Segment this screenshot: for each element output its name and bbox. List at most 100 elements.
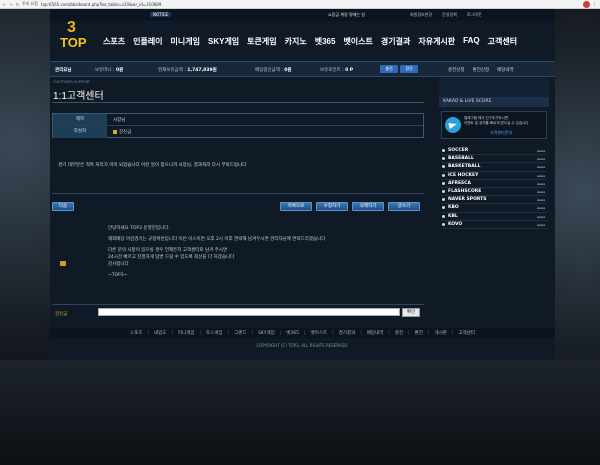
next-button[interactable]: 다음: [52, 202, 74, 211]
site-container: NOTICE 쇼밍금 계정 명에는 일 회원정보변경 운영정책 로그아웃 3 T…: [50, 9, 555, 360]
sport-link-basketball[interactable]: BASKETBALL ▪▪▪▪: [441, 163, 547, 172]
current-balance: 현재보유금액 : 1,747,839원: [158, 68, 217, 73]
nav-item-faq[interactable]: FAQ: [463, 36, 479, 47]
footer-link[interactable]: 배당내역: [367, 330, 384, 336]
sport-link-naver[interactable]: NAVER SPORTS ▪▪▪▪: [441, 196, 547, 205]
nav-item-sports[interactable]: 스포츠: [103, 36, 125, 47]
list-button[interactable]: 목록으로: [280, 202, 312, 211]
footer-link[interactable]: 환전: [415, 330, 423, 336]
footer-link[interactable]: 고객센터: [458, 330, 475, 336]
delete-button[interactable]: 삭제하기: [352, 202, 384, 211]
sport-link-soccer[interactable]: SOCCER ▪▪▪▪: [441, 147, 547, 156]
nav-item-freeboard[interactable]: 자유게시판: [418, 36, 455, 47]
browser-menu-icon[interactable]: ⋮: [592, 1, 597, 7]
edit-button[interactable]: 수정하기: [316, 202, 348, 211]
admin-reply: 안녕하세요 TOP3 운영진입니다. 해외배당 마감경기는 규정위반입니다 이런…: [108, 225, 325, 283]
nav-item-casino[interactable]: 카지노: [285, 36, 307, 47]
kovo-icon: [442, 222, 445, 226]
nav-item-tokengame[interactable]: 토큰게임: [247, 36, 276, 47]
logo-word: TOP: [60, 35, 87, 50]
main-navigation: 스포츠 인플레이 미니게임 SKY게임 토큰게임 카지노 벳365 벳이스트 경…: [103, 36, 517, 47]
comment-author-label: 강신금: [55, 312, 68, 317]
nav-item-minigame[interactable]: 미니게임: [171, 36, 200, 47]
top-utility-bar: NOTICE 쇼밍금 계정 명에는 일 회원정보변경 운영정책 로그아웃: [50, 9, 555, 21]
forward-icon[interactable]: →: [9, 2, 12, 7]
subject-row: 제목 사장님: [53, 114, 423, 126]
top-links: 회원정보변경 운영정책 로그아웃: [410, 12, 482, 18]
kbl-icon: [442, 214, 445, 218]
withdraw-button[interactable]: 환전: [400, 65, 418, 73]
baseball-icon: [442, 157, 445, 161]
write-button[interactable]: 글쓰기: [388, 202, 420, 211]
post-info-table: 제목 사장님 작성자 강신금: [52, 113, 424, 138]
nav-item-betest[interactable]: 벳이스트: [343, 36, 372, 47]
sport-link-icehockey[interactable]: ICE HOCKEY ▪▪▪▪: [441, 172, 547, 180]
infobar-right-links: 충전신청 환전신청 배당내역: [448, 67, 514, 73]
telegram-box[interactable]: 텔레그램 에서 친구추가하시면 이벤트 및 공지를 빠르게 받으실 수 있습니다…: [441, 111, 547, 139]
browser-nav-buttons[interactable]: ← → ↻: [0, 2, 20, 7]
breadcrumb: CUSTOMER SUPPORT: [53, 80, 90, 84]
sport-link-afreeca[interactable]: AFREECA ▪▪▪▪: [441, 180, 547, 188]
icehockey-icon: [442, 173, 445, 177]
page-title: 1:1고객센터: [53, 91, 104, 102]
bet-history-link[interactable]: 배당내역: [497, 67, 514, 73]
subject-value: 사장님: [113, 118, 126, 123]
profile-avatar-icon[interactable]: [583, 1, 590, 8]
reply-line: 24시간 빠르고 친절하게 답변 드릴 수 있도록 최선을 다 하겠습니다: [108, 255, 235, 260]
footer-link[interactable]: 경기결과: [339, 330, 356, 336]
nav-item-results[interactable]: 경기결과: [381, 36, 410, 47]
sport-link-kovo[interactable]: KOVO ▪▪▪▪: [441, 221, 547, 229]
support-inquiry-link[interactable]: 고객센터문의: [490, 130, 512, 136]
kbo-icon: [442, 206, 445, 210]
copyright: COPYRIGHT (C) TOP3. ALL RIGHTS RESERVED.: [256, 343, 349, 348]
telegram-text: 텔레그램 에서 친구추가하시면 이벤트 및 공지를 빠르게 받으실 수 있습니다: [464, 116, 529, 125]
footer-link[interactable]: 충전: [395, 330, 403, 336]
footer-link[interactable]: 벳이스트: [311, 330, 328, 336]
footer-link[interactable]: 내입도: [154, 330, 166, 336]
top-link-profile[interactable]: 회원정보변경: [410, 12, 432, 18]
soccer-icon: [442, 149, 445, 153]
level-icon: [113, 129, 117, 134]
user-name: 관리요님: [55, 68, 72, 73]
afreeca-icon: [442, 181, 445, 185]
footer-link[interactable]: 토스게임: [206, 330, 223, 336]
site-logo[interactable]: 3 TOP: [58, 19, 90, 59]
comment-input[interactable]: [98, 308, 400, 316]
footer-link[interactable]: 게시판: [434, 330, 446, 336]
greeting-text: 쇼밍금 계정 명에는 일: [328, 12, 365, 17]
reply-line: 다른 문의 사항이 있으실 경우 언제든지 고객센터로 남겨 주시면: [108, 248, 228, 253]
account-info-bar: 관리요님 보유머니 : 0원 현재보유금액 : 1,747,839원 배팅중인금…: [50, 61, 555, 77]
top-link-policy[interactable]: 운영정책: [442, 12, 457, 18]
top-link-logout[interactable]: 로그아웃: [467, 12, 482, 18]
reply-line: 해외배당 마감경기는 규정위반입니다 이런 이스이면 오후 2시 이후 연락해 …: [108, 237, 326, 242]
nav-item-bet365[interactable]: 벳365: [315, 36, 336, 47]
security-warning[interactable]: 주의 요함: [22, 1, 38, 7]
deposit-request-link[interactable]: 충전신청: [448, 67, 465, 73]
footer-link[interactable]: 스포츠: [130, 330, 142, 336]
divider: [52, 102, 424, 103]
reload-icon[interactable]: ↻: [16, 2, 19, 7]
footer-links: 스포츠 | 내입도 | 미니게임 | 토스게임 | 그랜드 | SKY게임 | 벳365 | …: [50, 328, 555, 338]
back-icon[interactable]: ←: [3, 2, 6, 7]
author-row: 작성자 강신금: [53, 126, 423, 138]
deposit-button[interactable]: 충전: [380, 65, 398, 73]
sport-link-kbl[interactable]: KBL ▪▪▪▪: [441, 213, 547, 221]
withdraw-request-link[interactable]: 환전신청: [473, 67, 490, 73]
author-value: 강신금: [113, 129, 131, 135]
footer-link[interactable]: 벳365: [286, 330, 299, 336]
nav-item-skygame[interactable]: SKY게임: [208, 36, 239, 47]
nav-item-support[interactable]: 고객센터: [488, 36, 517, 47]
footer-link[interactable]: SKY게임: [258, 330, 275, 336]
subject-label: 제목: [53, 114, 107, 125]
sport-link-kbo[interactable]: KBO ▪▪▪▪: [441, 204, 547, 213]
comment-submit-button[interactable]: 확인: [402, 308, 420, 317]
background-bottom: [0, 360, 600, 465]
sport-link-flashscore[interactable]: FLASHSCORE ▪▪▪▪: [441, 188, 547, 197]
footer-link[interactable]: 미니게임: [178, 330, 195, 336]
footer-link[interactable]: 그랜드: [234, 330, 246, 336]
notice-badge[interactable]: NOTICE: [150, 12, 172, 17]
points: 보유포인트 : 0 P: [320, 68, 354, 73]
sport-link-baseball[interactable]: BASEBALL ▪▪▪▪: [441, 155, 547, 164]
nav-item-inplay[interactable]: 인플레이: [133, 36, 162, 47]
url-field[interactable]: top-6565.com/bbs/board.php?bo_table=z10&…: [41, 2, 161, 7]
